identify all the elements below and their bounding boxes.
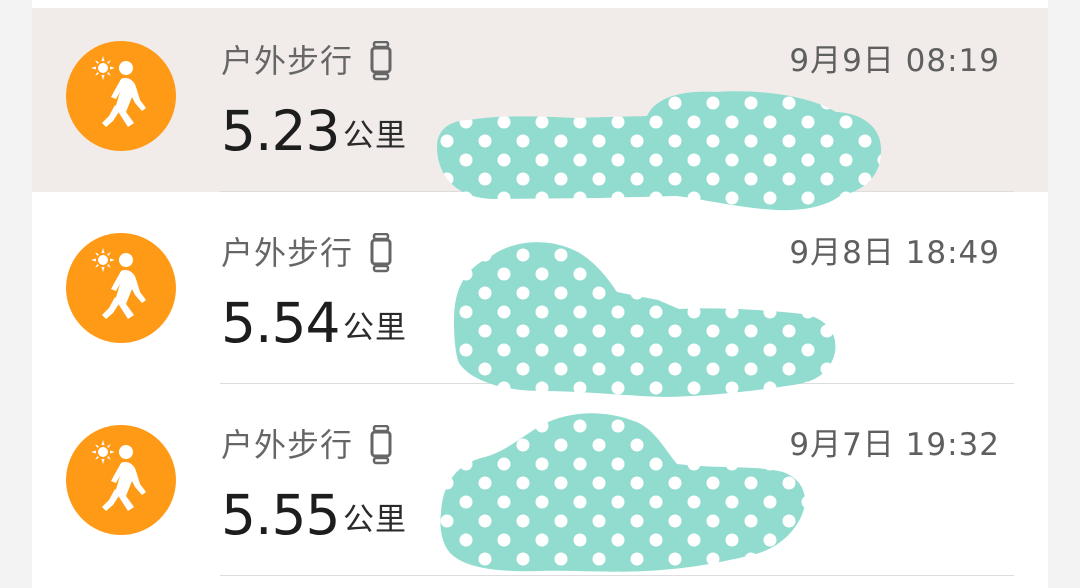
activity-distance: 5.23 [221, 99, 340, 163]
activity-badge [66, 425, 176, 535]
activity-datetime: 9月7日 19:32 [789, 427, 1000, 463]
outdoor-walk-icon [91, 56, 146, 127]
activity-record-3[interactable]: 户外步行 9月7日 19:32 5.55 公里 [32, 392, 1048, 576]
activity-datetime: 9月9日 08:19 [789, 43, 1000, 79]
activity-title: 户外步行 [221, 426, 354, 464]
activity-title: 户外步行 [221, 234, 354, 272]
row-divider [220, 383, 1014, 384]
outdoor-walk-icon [91, 440, 146, 511]
wearable-band-icon [370, 233, 392, 273]
distance-unit: 公里 [343, 118, 407, 154]
activity-badge [66, 41, 176, 151]
row-divider [220, 191, 1014, 192]
activity-record-1[interactable]: 户外步行 9月9日 08:19 5.23 公里 [32, 8, 1048, 192]
top-edge [32, 0, 1048, 8]
activity-distance: 5.54 [221, 291, 340, 355]
activity-record-2[interactable]: 户外步行 9月8日 18:49 5.54 公里 [32, 200, 1048, 384]
wearable-band-icon [370, 41, 392, 81]
distance-unit: 公里 [343, 310, 407, 346]
activity-datetime: 9月8日 18:49 [789, 235, 1000, 271]
activity-history-list: 户外步行 9月9日 08:19 5.23 公里 户外步行 9月8日 18:49 … [32, 0, 1048, 588]
row-divider [220, 575, 1014, 576]
outdoor-walk-icon [91, 248, 146, 319]
activity-distance: 5.55 [221, 483, 340, 547]
distance-unit: 公里 [343, 502, 407, 538]
wearable-band-icon [370, 425, 392, 465]
activity-badge [66, 233, 176, 343]
activity-title: 户外步行 [221, 42, 354, 80]
